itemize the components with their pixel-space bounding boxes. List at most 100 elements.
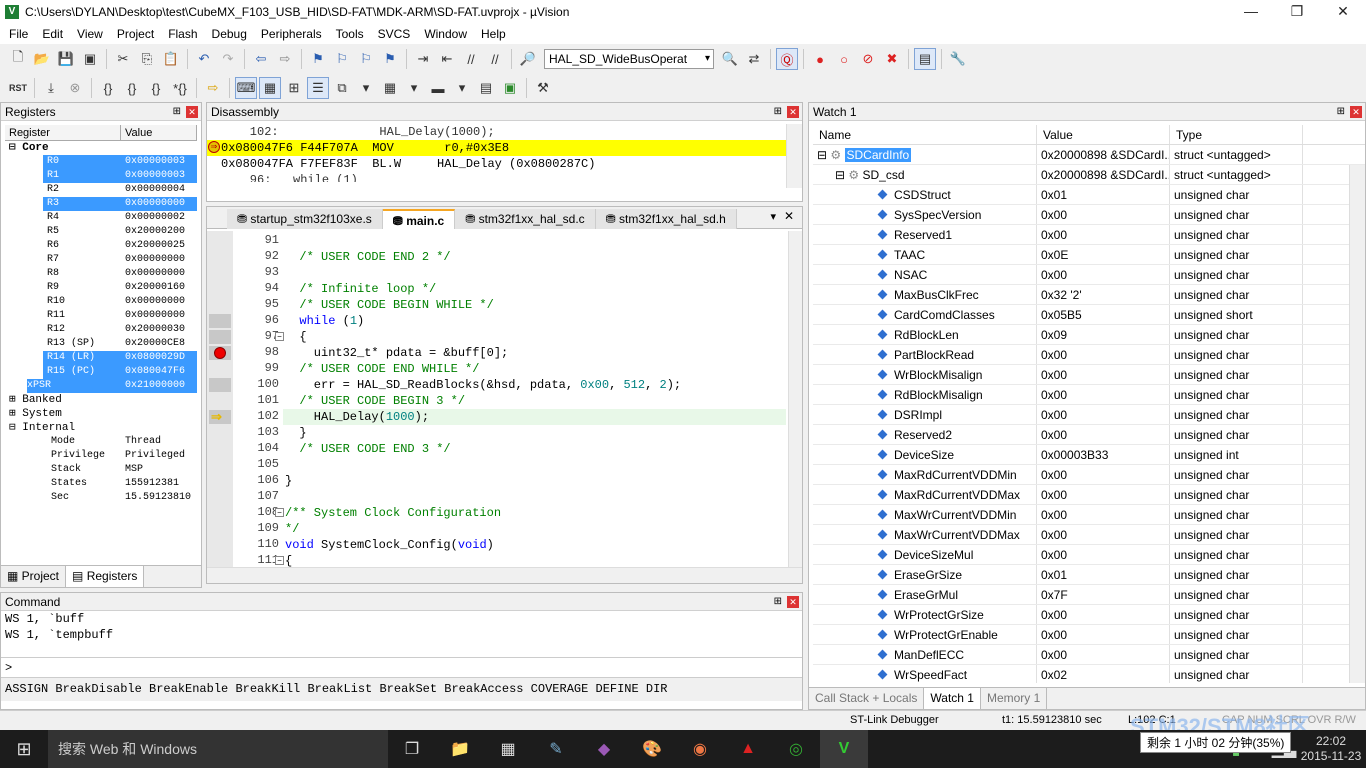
- tab-startup-file[interactable]: ⛃ startup_stm32f103xe.s: [227, 209, 383, 229]
- pdf-reader-icon[interactable]: ▲: [724, 730, 772, 768]
- menu-edit[interactable]: Edit: [35, 27, 70, 41]
- tab-watch-1[interactable]: Watch 1: [924, 688, 981, 709]
- prev-bookmark-icon[interactable]: ⚐: [331, 48, 353, 70]
- menu-view[interactable]: View: [70, 27, 110, 41]
- breakpoint-icon[interactable]: [214, 347, 226, 359]
- chrome-icon[interactable]: ◎: [772, 730, 820, 768]
- call-stack-window-icon[interactable]: ⧉: [331, 77, 353, 99]
- search-box[interactable]: 搜索 Web 和 Windows: [48, 730, 388, 768]
- menu-svcs[interactable]: SVCS: [371, 27, 418, 41]
- register-row[interactable]: R0 0x00000003: [43, 155, 201, 169]
- next-bookmark-icon[interactable]: ⚐: [355, 48, 377, 70]
- toolbox-icon[interactable]: ▣: [499, 77, 521, 99]
- watch-row[interactable]: DSRImpl 0x00 unsigned char: [813, 405, 1365, 425]
- type-column[interactable]: Type: [1170, 125, 1303, 144]
- register-row[interactable]: R5 0x20000200: [43, 225, 201, 239]
- color-app-icon[interactable]: ◉: [676, 730, 724, 768]
- save-icon[interactable]: 💾: [55, 48, 77, 70]
- register-group-system[interactable]: ⊞ System: [9, 407, 201, 421]
- watch-scrollbar[interactable]: [1349, 165, 1365, 683]
- run-icon[interactable]: ⤓: [40, 77, 62, 99]
- value-column[interactable]: Value: [121, 125, 197, 140]
- reset-icon[interactable]: RST: [7, 77, 29, 99]
- editor-gutter[interactable]: [207, 231, 233, 567]
- fold-toggle-icon[interactable]: −: [275, 508, 284, 517]
- register-column[interactable]: Register: [5, 125, 121, 140]
- watch-row[interactable]: CardComdClasses 0x05B5 unsigned short: [813, 305, 1365, 325]
- register-group-internal[interactable]: ⊟ Internal: [9, 421, 201, 435]
- incremental-find-icon[interactable]: ⇄: [743, 48, 765, 70]
- watch-row[interactable]: SysSpecVersion 0x00 unsigned char: [813, 205, 1365, 225]
- bookmark-icon[interactable]: ⚑: [307, 48, 329, 70]
- watch-row[interactable]: PartBlockRead 0x00 unsigned char: [813, 345, 1365, 365]
- tab-main-c[interactable]: ⛃ main.c: [382, 209, 456, 229]
- watch-row[interactable]: WrProtectGrEnable 0x00 unsigned char: [813, 625, 1365, 645]
- watch-row[interactable]: DeviceSizeMul 0x00 unsigned char: [813, 545, 1365, 565]
- watch-row[interactable]: MaxWrCurrentVDDMax 0x00 unsigned char: [813, 525, 1365, 545]
- watch-row[interactable]: MaxWrCurrentVDDMin 0x00 unsigned char: [813, 505, 1365, 525]
- menu-project[interactable]: Project: [110, 27, 161, 41]
- registers-window-icon[interactable]: ☰: [307, 77, 329, 99]
- run-to-cursor-icon[interactable]: *{}: [169, 77, 191, 99]
- watch-row[interactable]: EraseGrSize 0x01 unsigned char: [813, 565, 1365, 585]
- watch-row[interactable]: MaxBusClkFrec 0x32 '2' unsigned char: [813, 285, 1365, 305]
- minimize-button[interactable]: —: [1228, 0, 1274, 23]
- register-row[interactable]: R7 0x00000000: [43, 253, 201, 267]
- uvision-icon[interactable]: V: [820, 730, 868, 768]
- watch-row[interactable]: CSDStruct 0x01 unsigned char: [813, 185, 1365, 205]
- fold-toggle-icon[interactable]: −: [275, 556, 284, 565]
- tab-hal-sd-c[interactable]: ⛃ stm32f1xx_hal_sd.c: [455, 209, 596, 229]
- value-column[interactable]: Value: [1037, 125, 1170, 144]
- core-group[interactable]: ⊟ Core: [9, 141, 201, 155]
- show-next-statement-icon[interactable]: ⇨: [202, 77, 224, 99]
- enable-breakpoint-icon[interactable]: ○: [833, 48, 855, 70]
- register-row[interactable]: R10 0x00000000: [43, 295, 201, 309]
- register-row[interactable]: xPSR 0x21000000: [27, 379, 201, 393]
- task-view-icon[interactable]: ❐: [388, 730, 436, 768]
- watch-row[interactable]: DeviceSize 0x00003B33 unsigned int: [813, 445, 1365, 465]
- insert-breakpoint-icon[interactable]: ●: [809, 48, 831, 70]
- open-folder-icon[interactable]: 📂: [31, 48, 53, 70]
- menu-tools[interactable]: Tools: [329, 27, 371, 41]
- watch-row[interactable]: Reserved2 0x00 unsigned char: [813, 425, 1365, 445]
- disassembly-content[interactable]: 102: HAL_Delay(1000); 0x080047F6 F44F707…: [207, 124, 802, 188]
- register-row[interactable]: R12 0x20000030: [43, 323, 201, 337]
- clock[interactable]: 22:02 2015-11-23: [1296, 734, 1366, 764]
- save-all-icon[interactable]: ▣: [79, 48, 101, 70]
- symbols-window-icon[interactable]: ⊞: [283, 77, 305, 99]
- paste-icon[interactable]: 📋: [160, 48, 182, 70]
- register-group-banked[interactable]: ⊞ Banked: [9, 393, 201, 407]
- tab-call-stack[interactable]: Call Stack + Locals: [809, 688, 925, 709]
- kill-all-breakpoints-icon[interactable]: ✖: [881, 48, 903, 70]
- watch-row[interactable]: WrBlockMisalign 0x00 unsigned char: [813, 365, 1365, 385]
- register-row[interactable]: R1 0x00000003: [43, 169, 201, 183]
- code-area[interactable]: 91 92 /* USER CODE END 2 */ 93 94 /* Infini…: [207, 231, 802, 567]
- maximize-button[interactable]: ❐: [1274, 0, 1320, 23]
- tab-list-icon[interactable]: ▾: [770, 210, 776, 223]
- tab-registers[interactable]: ▤ Registers: [66, 566, 145, 587]
- menu-peripherals[interactable]: Peripherals: [254, 27, 329, 41]
- register-row[interactable]: R13 (SP) 0x20000CE8: [43, 337, 201, 351]
- menu-flash[interactable]: Flash: [161, 27, 204, 41]
- menu-debug[interactable]: Debug: [205, 27, 254, 41]
- watch-window-icon[interactable]: ▾: [355, 77, 377, 99]
- editor-vscrollbar[interactable]: [788, 231, 802, 567]
- back-icon[interactable]: ⇦: [250, 48, 272, 70]
- find-combo[interactable]: HAL_SD_WideBusOperat: [544, 49, 714, 69]
- pin-icon[interactable]: ⊞: [1337, 103, 1345, 121]
- step-into-icon[interactable]: {}: [97, 77, 119, 99]
- watch-row[interactable]: MaxRdCurrentVDDMax 0x00 unsigned char: [813, 485, 1365, 505]
- register-row[interactable]: R9 0x20000160: [43, 281, 201, 295]
- stop-icon[interactable]: ⊗: [64, 77, 86, 99]
- clear-bookmarks-icon[interactable]: ⚑: [379, 48, 401, 70]
- close-window-button[interactable]: ✕: [1320, 0, 1366, 23]
- debug-session-icon[interactable]: Ⓠ: [776, 48, 798, 70]
- watch-row-root[interactable]: ⊟ ⚙ SDCardInfo 0x20000898 &SDCardI... st…: [813, 145, 1365, 165]
- register-row[interactable]: R3 0x00000000: [43, 197, 201, 211]
- watch-row[interactable]: Reserved1 0x00 unsigned char: [813, 225, 1365, 245]
- paint-icon[interactable]: 🎨: [628, 730, 676, 768]
- close-tab-icon[interactable]: ✕: [784, 209, 794, 223]
- cut-icon[interactable]: ✂: [112, 48, 134, 70]
- calculator-icon[interactable]: ▦: [484, 730, 532, 768]
- visual-studio-icon[interactable]: ◆: [580, 730, 628, 768]
